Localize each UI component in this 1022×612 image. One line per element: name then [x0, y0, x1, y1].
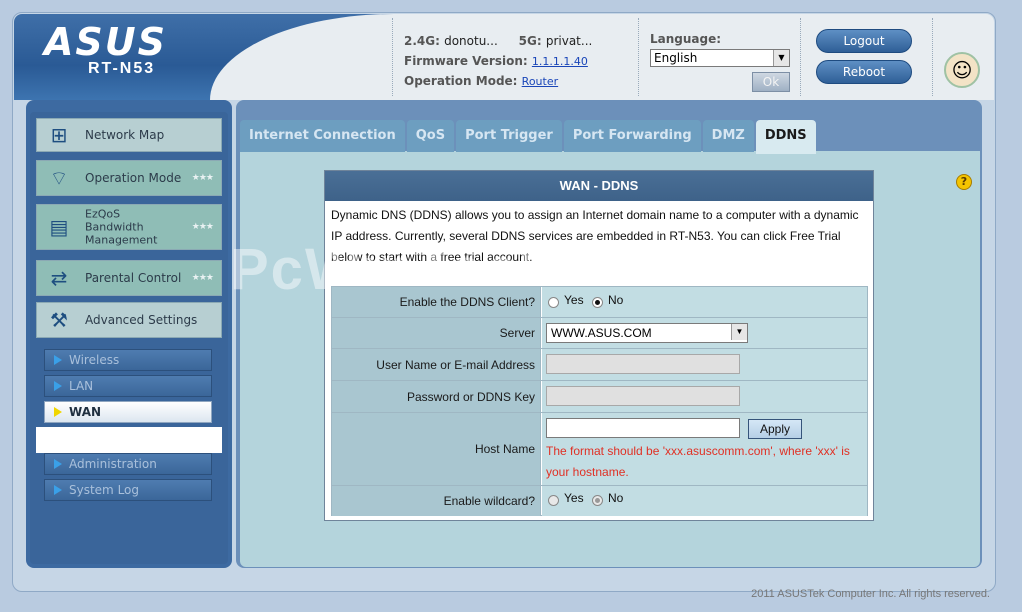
mascot-avatar-icon: ☺ — [944, 52, 980, 88]
tab-ddns[interactable]: DDNS — [755, 120, 816, 154]
triangle-right-icon — [54, 381, 62, 391]
help-icon[interactable]: ? — [956, 174, 972, 190]
info-divider-2 — [638, 18, 639, 96]
triangle-right-icon — [54, 407, 62, 417]
opmode-link[interactable]: Router — [522, 75, 558, 88]
panel-title: WAN - DDNS — [325, 171, 873, 201]
info-divider-1 — [392, 18, 393, 96]
enable-ddns-yes-radio[interactable] — [548, 297, 559, 308]
apply-button[interactable]: Apply — [748, 419, 802, 439]
qos-icon: ▤ — [49, 215, 69, 239]
opmode-line: Operation Mode: Router — [404, 74, 559, 88]
form-row-hostname: Host Name Apply The format should be 'xx… — [332, 413, 867, 486]
form-row-enable: Enable the DDNS Client? Yes No — [332, 287, 867, 318]
tab-port-forwarding[interactable]: Port Forwarding — [563, 120, 701, 152]
footer-copyright: 2011 ASUSTek Computer Inc. All rights re… — [751, 588, 990, 600]
router-icon: ⌔ — [49, 166, 69, 190]
hostname-input[interactable] — [546, 418, 740, 438]
sidebar-subitem-system-log[interactable]: System Log — [44, 479, 212, 501]
info-divider-4 — [932, 18, 933, 96]
model-name: RT-N53 — [88, 60, 156, 77]
language-select[interactable]: English ▼ — [650, 49, 790, 67]
tools-icon: ⚒ — [50, 308, 68, 332]
password-input[interactable] — [546, 386, 740, 406]
tab-dmz[interactable]: DMZ — [702, 120, 754, 152]
form-row-password: Password or DDNS Key — [332, 381, 867, 413]
parental-icon: ⇄ — [50, 266, 68, 290]
logout-button[interactable]: Logout — [816, 29, 912, 53]
language-ok-button[interactable]: Ok — [752, 72, 790, 92]
enable-ddns-field: Yes No — [542, 287, 867, 317]
info-divider-3 — [800, 18, 801, 96]
username-label: User Name or E-mail Address — [332, 349, 541, 380]
wildcard-no-radio[interactable] — [592, 495, 603, 506]
band-status: 2.4G: donotu... 5G: privat... — [404, 34, 593, 48]
tab-bar: Internet Connection QoS Port Trigger Por… — [240, 120, 818, 154]
reboot-button[interactable]: Reboot — [816, 60, 912, 84]
sidebar-subitem-wireless[interactable]: Wireless — [44, 349, 212, 371]
triangle-right-icon — [54, 485, 62, 495]
sidebar-item-ezqos[interactable]: ▤ EzQoS Bandwidth Management ★★★ — [36, 204, 222, 250]
enable-ddns-label: Enable the DDNS Client? — [332, 287, 541, 317]
triangle-right-icon — [54, 355, 62, 365]
asus-logo: ASUS — [44, 20, 168, 64]
form-row-username: User Name or E-mail Address — [332, 349, 867, 381]
chevron-down-icon: ▼ — [773, 50, 789, 66]
form-row-wildcard: Enable wildcard? Yes No — [332, 486, 867, 516]
password-label: Password or DDNS Key — [332, 381, 541, 412]
stars-icon: ★★★ — [191, 273, 214, 283]
tab-qos[interactable]: QoS — [406, 120, 455, 152]
tab-internet-connection[interactable]: Internet Connection — [240, 120, 405, 152]
network-map-icon: ⊞ — [50, 123, 68, 147]
triangle-right-icon — [54, 459, 62, 469]
firmware-line: Firmware Version: 1.1.1.1.40 — [404, 54, 588, 68]
enable-ddns-no-radio[interactable] — [592, 297, 603, 308]
server-label: Server — [332, 318, 541, 348]
server-select[interactable]: WWW.ASUS.COM ▼ — [546, 323, 748, 343]
stars-icon: ★★★ — [191, 173, 214, 183]
username-input[interactable] — [546, 354, 740, 374]
sidebar-item-parental-control[interactable]: ⇄ Parental Control ★★★ — [36, 260, 222, 296]
sidebar-subitem-administration[interactable]: Administration — [44, 453, 212, 475]
form-row-server: Server WWW.ASUS.COM ▼ — [332, 318, 867, 349]
wildcard-yes-radio[interactable] — [548, 495, 559, 506]
stars-icon: ★★★ — [191, 222, 214, 232]
sidebar-subitem-wan[interactable]: WAN — [44, 401, 212, 423]
hostname-hint: The format should be 'xxx.asuscomm.com',… — [546, 444, 850, 479]
firmware-link[interactable]: 1.1.1.1.40 — [532, 55, 588, 68]
sidebar-subitem-lan[interactable]: LAN — [44, 375, 212, 397]
sidebar-item-network-map[interactable]: ⊞ Network Map — [36, 118, 222, 152]
sidebar-item-advanced-settings[interactable]: ⚒ Advanced Settings — [36, 302, 222, 338]
tab-port-trigger[interactable]: Port Trigger — [456, 120, 562, 152]
sidebar-item-operation-mode[interactable]: ⌔ Operation Mode ★★★ — [36, 160, 222, 196]
wildcard-label: Enable wildcard? — [332, 486, 541, 516]
ddns-form: Enable the DDNS Client? Yes No Server WW… — [331, 286, 868, 516]
sidebar-blank-slot — [36, 427, 222, 453]
chevron-down-icon: ▼ — [731, 324, 747, 340]
language-label: Language: — [650, 32, 722, 46]
hostname-label: Host Name — [332, 413, 541, 485]
panel-description: Dynamic DNS (DDNS) allows you to assign … — [331, 208, 859, 264]
